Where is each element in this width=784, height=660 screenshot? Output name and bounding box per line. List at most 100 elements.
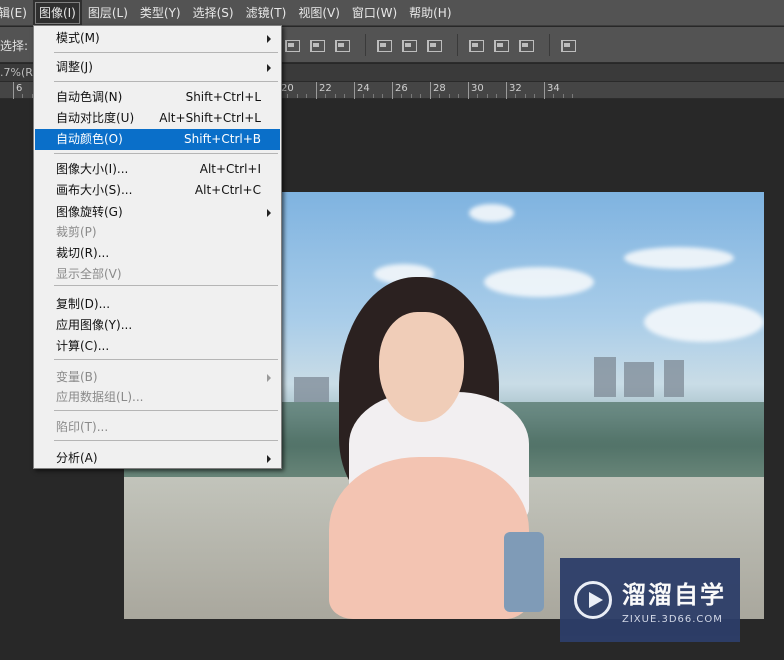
menu-item-label: 计算(C)... bbox=[56, 339, 110, 353]
building-shape bbox=[594, 357, 616, 397]
align-right-icon[interactable] bbox=[332, 36, 350, 54]
building-shape bbox=[624, 362, 654, 397]
menu-item-crop: 裁剪(P) bbox=[35, 222, 280, 243]
auto-align-icon[interactable] bbox=[558, 36, 576, 54]
menu-item-adjust[interactable]: 调整(J) bbox=[35, 57, 280, 78]
menu-item-label: 裁切(R)... bbox=[56, 246, 110, 260]
ruler-minor-tick bbox=[401, 94, 402, 98]
menu-separator bbox=[54, 52, 278, 53]
ruler-minor-tick bbox=[534, 94, 535, 98]
menu-select[interactable]: 选择(S) bbox=[187, 0, 240, 26]
ruler-minor-tick bbox=[363, 94, 364, 98]
menu-separator bbox=[54, 410, 278, 411]
shorts-shape bbox=[504, 532, 544, 612]
divider bbox=[365, 34, 366, 56]
menu-item-image-size[interactable]: 图像大小(I)... Alt+Ctrl+I bbox=[35, 159, 280, 180]
menu-item-label: 自动颜色(O) bbox=[56, 132, 123, 146]
ruler-minor-tick bbox=[420, 94, 421, 98]
align-left-icon[interactable] bbox=[282, 36, 300, 54]
cloud-shape bbox=[644, 302, 764, 342]
menu-item-label: 图像大小(I)... bbox=[56, 162, 129, 176]
ruler-minor-tick bbox=[344, 94, 345, 98]
menu-item-label: 陷印(T)... bbox=[56, 420, 109, 434]
menu-item-auto-color[interactable]: 自动颜色(O) Shift+Ctrl+B bbox=[35, 129, 280, 150]
menu-item-trim[interactable]: 裁切(R)... bbox=[35, 243, 280, 264]
ruler-minor-tick bbox=[439, 94, 440, 98]
menu-item-duplicate[interactable]: 复制(D)... bbox=[35, 294, 280, 315]
submenu-arrow-icon bbox=[267, 455, 271, 463]
menu-window[interactable]: 窗口(W) bbox=[346, 0, 403, 26]
ruler-minor-tick bbox=[458, 94, 459, 98]
submenu-arrow-icon bbox=[267, 209, 271, 217]
image-menu-dropdown: 模式(M) 调整(J) 自动色调(N) Shift+Ctrl+L 自动对比度(U) Alt… bbox=[33, 25, 282, 469]
distribute-left-icon[interactable] bbox=[466, 36, 484, 54]
menu-item-shortcut: Shift+Ctrl+B bbox=[184, 132, 261, 146]
ruler-tick: 6 bbox=[13, 82, 22, 99]
menu-item-auto-contrast[interactable]: 自动对比度(U) Alt+Shift+Ctrl+L bbox=[35, 108, 280, 129]
ruler-tick-label: 28 bbox=[433, 83, 446, 94]
menu-item-variables: 变量(B) bbox=[35, 367, 280, 388]
menu-item-calculations[interactable]: 计算(C)... bbox=[35, 336, 280, 357]
watermark-title: 溜溜自学 bbox=[622, 581, 726, 609]
menu-item-label: 画布大小(S)... bbox=[56, 183, 133, 197]
ruler-minor-tick bbox=[496, 94, 497, 98]
menu-item-apply-image[interactable]: 应用图像(Y)... bbox=[35, 315, 280, 336]
ruler-minor-tick bbox=[487, 94, 488, 98]
menu-separator bbox=[54, 153, 278, 154]
ruler-minor-tick bbox=[553, 94, 554, 98]
distribute-hcenter-icon[interactable] bbox=[491, 36, 509, 54]
menu-image[interactable]: 图像(I) bbox=[32, 0, 82, 26]
divider bbox=[549, 34, 550, 56]
submenu-arrow-icon bbox=[267, 64, 271, 72]
ruler-tick-label: 32 bbox=[509, 83, 522, 94]
ruler-tick-label: 34 bbox=[547, 83, 560, 94]
select-label: 选择: bbox=[0, 39, 29, 53]
menu-view[interactable]: 视图(V) bbox=[292, 0, 346, 26]
align-center-icon[interactable] bbox=[307, 36, 325, 54]
menu-filter[interactable]: 滤镜(T) bbox=[240, 0, 293, 26]
ruler-minor-tick bbox=[572, 94, 573, 98]
ruler-tick-label: 6 bbox=[16, 83, 23, 94]
divider bbox=[457, 34, 458, 56]
ruler-minor-tick bbox=[477, 94, 478, 98]
ruler-tick-label: 20 bbox=[281, 83, 294, 94]
distribute-right-icon[interactable] bbox=[516, 36, 534, 54]
menu-separator bbox=[54, 359, 278, 360]
menu-item-shortcut: Alt+Ctrl+I bbox=[199, 162, 261, 176]
ruler-tick-label: 26 bbox=[395, 83, 408, 94]
menu-bar: 辑(E) 图像(I) 图层(L) 类型(Y) 选择(S) 滤镜(T) 视图(V)… bbox=[0, 0, 784, 26]
menu-item-canvas-size[interactable]: 画布大小(S)... Alt+Ctrl+C bbox=[35, 180, 280, 201]
menu-type[interactable]: 类型(Y) bbox=[134, 0, 187, 26]
menu-item-analysis[interactable]: 分析(A) bbox=[35, 448, 280, 469]
ruler-minor-tick bbox=[525, 94, 526, 98]
ruler-tick: 22 bbox=[316, 82, 332, 99]
submenu-arrow-icon bbox=[267, 35, 271, 43]
ruler-minor-tick bbox=[563, 94, 564, 98]
ruler-minor-tick bbox=[306, 94, 307, 98]
ruler-minor-tick bbox=[22, 94, 23, 98]
menu-item-label: 显示全部(V) bbox=[56, 267, 122, 281]
menu-layer[interactable]: 图层(L) bbox=[82, 0, 134, 26]
ruler-minor-tick bbox=[449, 94, 450, 98]
menu-item-label: 自动色调(N) bbox=[56, 90, 123, 104]
ruler-minor-tick bbox=[297, 94, 298, 98]
ruler-tick-label: 30 bbox=[471, 83, 484, 94]
distribute-bottom-icon[interactable] bbox=[424, 36, 442, 54]
menu-separator bbox=[54, 81, 278, 82]
menu-item-shortcut: Alt+Shift+Ctrl+L bbox=[159, 111, 261, 125]
menu-item-label: 调整(J) bbox=[56, 60, 93, 74]
distribute-top-icon[interactable] bbox=[374, 36, 392, 54]
menu-help[interactable]: 帮助(H) bbox=[403, 0, 457, 26]
menu-item-trap: 陷印(T)... bbox=[35, 417, 280, 438]
menu-item-mode[interactable]: 模式(M) bbox=[35, 28, 280, 49]
ruler-tick: 32 bbox=[506, 82, 522, 99]
menu-item-label: 应用数据组(L)... bbox=[56, 390, 144, 404]
ruler-tick-label: 22 bbox=[319, 83, 332, 94]
menu-item-reveal-all: 显示全部(V) bbox=[35, 264, 280, 285]
menu-item-image-rotation[interactable]: 图像旋转(G) bbox=[35, 202, 280, 223]
cloud-shape bbox=[484, 267, 594, 297]
cloud-shape bbox=[624, 247, 734, 269]
menu-item-auto-tone[interactable]: 自动色调(N) Shift+Ctrl+L bbox=[35, 87, 280, 108]
menu-edit[interactable]: 辑(E) bbox=[0, 0, 33, 26]
distribute-middle-icon[interactable] bbox=[399, 36, 417, 54]
